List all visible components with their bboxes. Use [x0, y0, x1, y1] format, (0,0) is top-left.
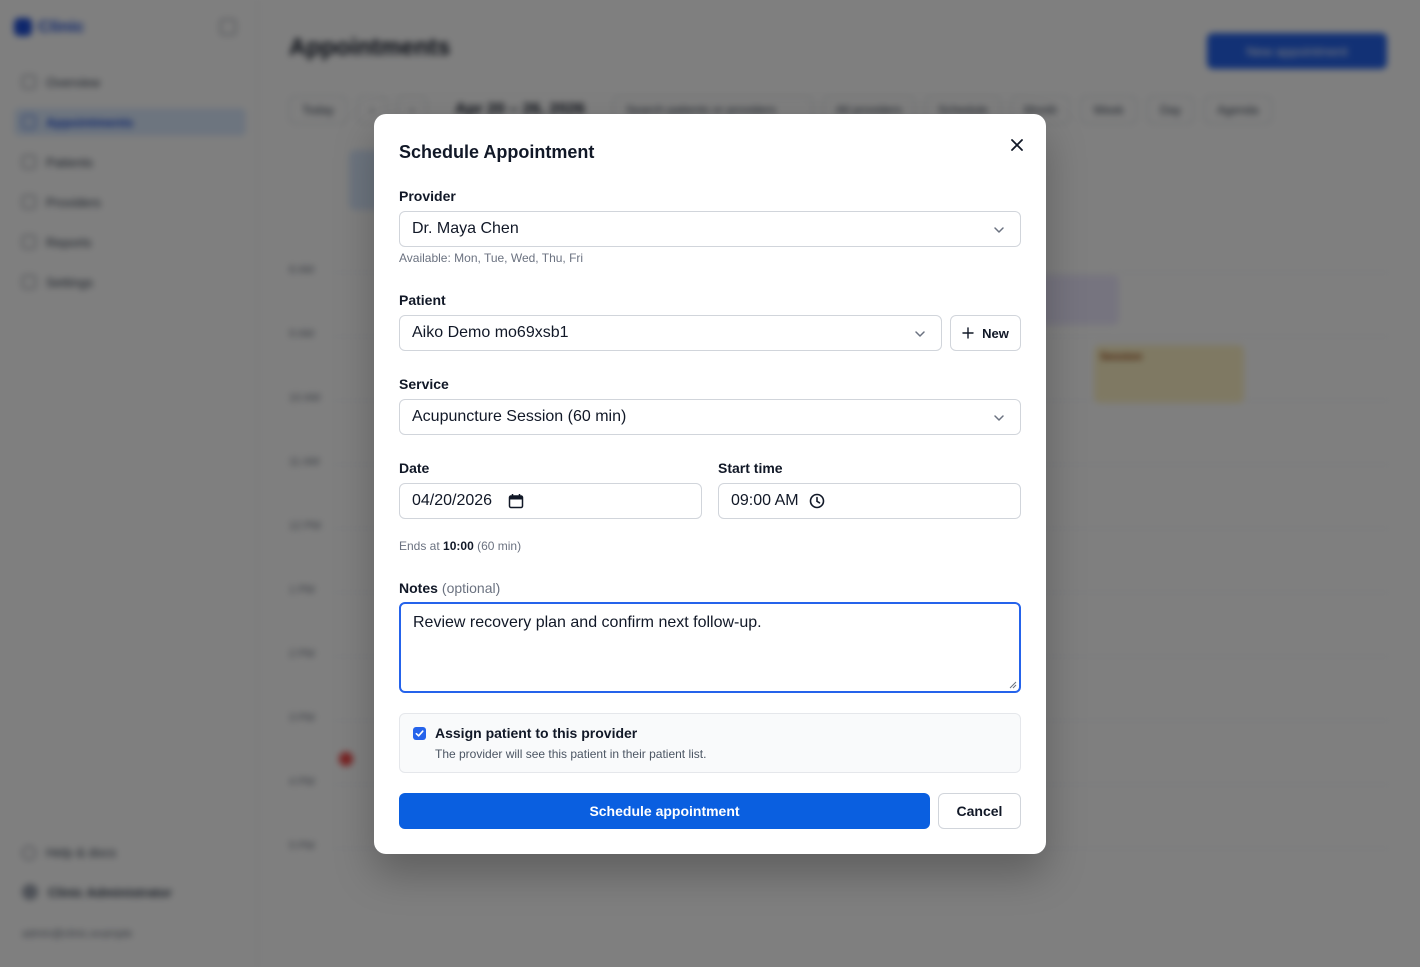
new-patient-label: New [982, 325, 1009, 341]
provider-label: Provider [399, 188, 456, 204]
plus-icon [962, 327, 974, 339]
ends-at-time: 10:00 [443, 539, 474, 553]
assign-provider-description: The provider will see this patient in th… [435, 747, 707, 761]
provider-select[interactable]: Dr. Maya Chen [399, 211, 1021, 247]
cancel-button[interactable]: Cancel [938, 793, 1021, 829]
new-patient-button[interactable]: New [950, 315, 1021, 351]
notes-optional-tag: (optional) [441, 580, 501, 596]
ends-at-duration: (60 min) [477, 539, 522, 553]
start-time-value: 09:00 AM [731, 492, 799, 509]
notes-textarea[interactable]: Review recovery plan and confirm next fo… [399, 602, 1021, 693]
ends-at-prefix: Ends at [399, 539, 440, 553]
assign-provider-option: Assign patient to this provider The prov… [399, 713, 1021, 773]
date-label: Date [399, 460, 430, 476]
date-input[interactable]: 04/20/2026 [399, 483, 702, 519]
ends-at-hint: Ends at 10:00 (60 min) [399, 539, 521, 553]
notes-value: Review recovery plan and confirm next fo… [413, 614, 762, 631]
service-select[interactable]: Acupuncture Session (60 min) [399, 399, 1021, 435]
provider-value: Dr. Maya Chen [412, 220, 519, 237]
start-time-input[interactable]: 09:00 AM [718, 483, 1021, 519]
assign-provider-title[interactable]: Assign patient to this provider [435, 725, 637, 741]
chevron-down-icon [915, 331, 925, 337]
chevron-down-icon [994, 227, 1004, 233]
assign-provider-checkbox[interactable] [413, 727, 426, 740]
patient-label: Patient [399, 292, 446, 308]
notes-label: Notes (optional) [399, 580, 500, 596]
service-value: Acupuncture Session (60 min) [412, 408, 627, 425]
provider-availability: Available: Mon, Tue, Wed, Thu, Fri [399, 251, 584, 265]
patient-value: Aiko Demo mo69xsb1 [412, 324, 569, 341]
start-time-label: Start time [718, 460, 783, 476]
close-button[interactable] [1004, 132, 1030, 158]
dialog-title: Schedule Appointment [399, 142, 595, 162]
date-value: 04/20/2026 [412, 492, 493, 509]
schedule-appointment-button[interactable]: Schedule appointment [399, 793, 930, 829]
patient-select[interactable]: Aiko Demo mo69xsb1 [399, 315, 942, 351]
notes-label-text: Notes [399, 580, 438, 596]
schedule-appointment-dialog: Schedule Appointment Provider Dr. Maya C… [374, 114, 1046, 854]
chevron-down-icon [994, 415, 1004, 421]
calendar-icon[interactable] [508, 493, 524, 509]
service-label: Service [399, 376, 449, 392]
resize-grip-icon[interactable] [1009, 681, 1017, 689]
checkmark-icon [415, 730, 424, 737]
clock-icon[interactable] [809, 493, 825, 509]
close-icon [1011, 139, 1023, 151]
